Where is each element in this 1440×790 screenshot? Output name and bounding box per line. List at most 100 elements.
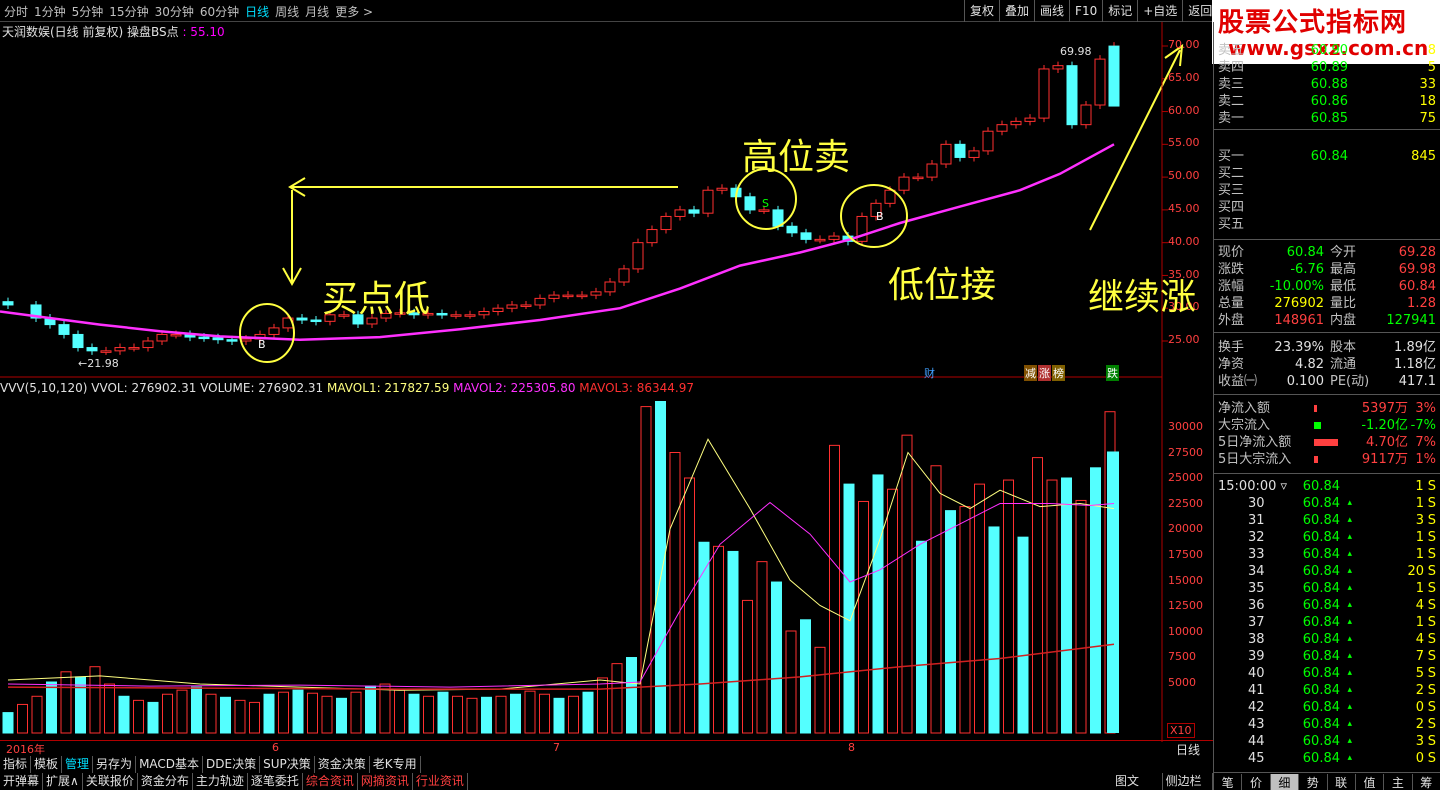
tick-row: 45 60.84 ▴ 0 S: [1218, 750, 1438, 767]
tab-1min[interactable]: 1分钟: [34, 3, 72, 20]
price-tick: 50.00: [1168, 169, 1200, 183]
side-tab[interactable]: 笔: [1214, 774, 1243, 790]
volume-bar: [350, 691, 362, 734]
tab-60min[interactable]: 60分钟: [200, 3, 245, 20]
tick-direction: S: [1427, 564, 1436, 579]
badge-reduce[interactable]: 减: [1024, 365, 1037, 381]
volume-bar: [2, 712, 14, 734]
tab-save-as[interactable]: 另存为: [93, 756, 137, 773]
candle-body: [758, 209, 770, 212]
badge-fall[interactable]: 跌: [1106, 365, 1119, 381]
volume-tick: 5000: [1168, 676, 1196, 689]
badge-rank[interactable]: 榜: [1052, 365, 1065, 381]
tab-weekly[interactable]: 周线: [275, 3, 305, 20]
tick-volume: 1: [1415, 496, 1424, 511]
separator: [1214, 239, 1440, 240]
volume-bar: [814, 646, 826, 734]
adjust-button[interactable]: 复权: [964, 0, 999, 22]
tab-orders[interactable]: 逐笔委托: [248, 773, 303, 790]
tick-volume: 2: [1415, 683, 1424, 698]
tick-row: 37 60.84 ▴ 1 S: [1218, 614, 1438, 631]
tab-manage[interactable]: 管理: [62, 756, 94, 773]
separator: [1214, 394, 1440, 395]
quote-value-2: 69.28: [1398, 245, 1436, 260]
side-tab[interactable]: 势: [1299, 774, 1328, 790]
mark-button[interactable]: 标记: [1102, 0, 1137, 22]
f10-button[interactable]: F10: [1069, 0, 1102, 22]
quote-value: -6.76: [1290, 262, 1324, 277]
candle-body: [982, 130, 994, 152]
tab-sup[interactable]: SUP决策: [260, 756, 315, 773]
tick-direction: S: [1427, 666, 1436, 681]
tab-indicator[interactable]: 指标: [0, 756, 32, 773]
ask-row: 卖四 60.89 5: [1218, 59, 1438, 76]
side-tab[interactable]: 细: [1270, 774, 1300, 790]
tab-fund-dist[interactable]: 资金分布: [138, 773, 193, 790]
stat-value-2: 1.18亿: [1394, 357, 1436, 372]
sidebar-toggle[interactable]: 侧边栏<: [1163, 773, 1213, 790]
candle-body: [1080, 104, 1092, 126]
tick-header-value: 15:00:00: [1218, 479, 1277, 494]
quote-row: 总量 276902 量比 1.28: [1218, 295, 1438, 312]
quote-sidebar: 卖五 60.90 8 卖四 60.89 5 卖三 60.88 33 卖二 60.86 18 卖一 60.8…: [1213, 22, 1440, 790]
candle-body: [86, 347, 98, 352]
tab-more[interactable]: 更多 >: [335, 3, 379, 20]
volume-tick: 7500: [1168, 650, 1196, 664]
overlay-button[interactable]: 叠加: [999, 0, 1034, 22]
tab-30min[interactable]: 30分钟: [155, 3, 200, 20]
tick-row: 31 60.84 ▴ 3 S: [1218, 512, 1438, 529]
side-tab[interactable]: 筹: [1413, 774, 1440, 790]
tab-web-news[interactable]: 网摘资讯: [358, 773, 413, 790]
volume-bar: [162, 693, 173, 734]
badge-rise[interactable]: 涨: [1038, 365, 1051, 381]
tab-monthly[interactable]: 月线: [305, 3, 335, 20]
candle-body: [240, 338, 252, 342]
volume-bar: [713, 545, 724, 734]
candle-body: [800, 232, 812, 240]
tab-template[interactable]: 模板: [31, 756, 63, 773]
draw-button[interactable]: 画线: [1034, 0, 1069, 22]
tab-expand[interactable]: 扩展∧: [43, 773, 83, 790]
tab-daily[interactable]: 日线: [245, 3, 275, 20]
candle-body: [268, 327, 280, 335]
volume-indicator-header: VVV(5,10,120) VVOL: 276902.31 VOLUME: 27…: [0, 381, 694, 395]
tick-price: 60.84: [1302, 700, 1340, 715]
tick-volume: 5: [1415, 666, 1424, 681]
tab-5min[interactable]: 5分钟: [72, 3, 110, 20]
side-tab[interactable]: 值: [1356, 774, 1385, 790]
tab-fund[interactable]: 资金决策: [315, 756, 370, 773]
side-tab[interactable]: 价: [1242, 774, 1271, 790]
tab-15min[interactable]: 15分钟: [109, 3, 154, 20]
tab-main-track[interactable]: 主力轨迹: [193, 773, 248, 790]
volume-bar: [524, 690, 536, 734]
candle-body: [954, 143, 966, 158]
quote-row: 涨幅 -10.00% 最低 60.84: [1218, 278, 1438, 295]
candle-body: [604, 281, 616, 293]
badge-finance[interactable]: 财: [924, 365, 935, 381]
separator: [1214, 473, 1440, 474]
chart-title: 天润数娱(日线 前复权) 操盘BS点 : 55.10: [2, 23, 225, 40]
tab-news[interactable]: 综合资讯: [303, 773, 358, 790]
side-tab[interactable]: 主: [1384, 774, 1413, 790]
tab-danmu[interactable]: 开弹幕: [0, 773, 44, 790]
tab-macd[interactable]: MACD基本: [136, 756, 204, 773]
tab-industry-news[interactable]: 行业资讯: [413, 773, 468, 790]
tick-price: 60.84: [1302, 564, 1340, 579]
moving-average-line: [0, 143, 1115, 341]
tick-price: 60.84: [1302, 683, 1340, 698]
f10-text-button[interactable]: 图文F10: [1112, 773, 1163, 790]
stock-title: 天润数娱(日线 前复权) 操盘BS点: [2, 25, 183, 39]
volume-tick: 17500: [1168, 548, 1203, 561]
tick-price: 60.84: [1302, 479, 1340, 494]
tab-fenshi[interactable]: 分时: [4, 3, 34, 20]
tab-related-quote[interactable]: 关联报价: [83, 773, 138, 790]
add-watchlist-button[interactable]: +自选: [1137, 0, 1182, 22]
candle-body: [646, 229, 658, 244]
tick-arrow: ▴: [1347, 515, 1352, 525]
tab-oldk[interactable]: 老K专用: [370, 756, 421, 773]
side-tab[interactable]: 联: [1328, 774, 1356, 790]
candle-body: [660, 215, 672, 231]
tick-volume: 20: [1407, 564, 1424, 579]
tick-time: 35: [1248, 581, 1265, 596]
tab-dde[interactable]: DDE决策: [203, 756, 261, 773]
